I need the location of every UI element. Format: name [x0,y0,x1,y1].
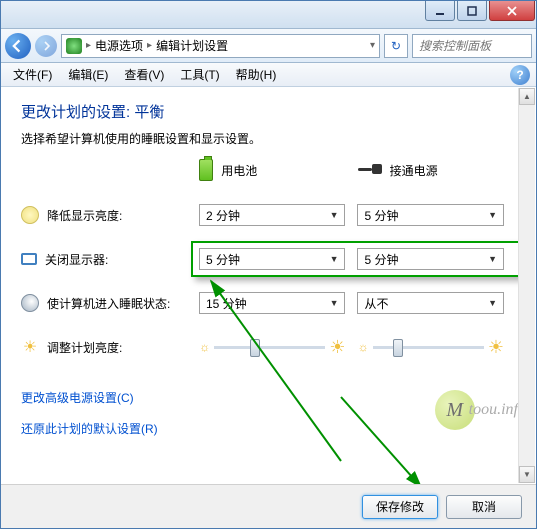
sun-small-icon: ☼ [199,340,210,354]
row-turn-off-display: 关闭显示器: 5 分钟▼ 5 分钟▼ [21,237,516,281]
scroll-down-button[interactable]: ▼ [519,466,535,483]
chevron-right-icon: ▸ [147,40,152,51]
chevron-down-icon: ▼ [330,254,339,264]
maximize-button[interactable] [457,1,487,21]
titlebar [1,1,536,29]
chevron-down-icon[interactable]: ▾ [370,40,375,51]
vertical-scrollbar[interactable]: ▲ ▼ [518,88,535,483]
row-label: 降低显示亮度: [47,207,122,224]
search-input[interactable] [412,34,532,58]
cancel-button[interactable]: 取消 [446,495,522,519]
control-panel-icon [66,38,82,54]
menu-edit[interactable]: 编辑(E) [62,64,114,85]
brightness-ac-slider[interactable] [373,346,484,349]
row-label: 关闭显示器: [45,251,108,268]
chevron-down-icon: ▼ [330,210,339,220]
battery-icon [199,159,213,181]
monitor-icon [21,253,37,265]
forward-button[interactable] [35,35,57,57]
help-icon[interactable]: ? [510,65,530,85]
content-area: 更改计划的设置: 平衡 选择希望计算机使用的睡眠设置和显示设置。 用电池 接通电… [1,87,536,484]
chevron-down-icon: ▼ [330,298,339,308]
footer: 保存修改 取消 [1,484,536,528]
minimize-button[interactable] [425,1,455,21]
column-plugged-label: 接通电源 [390,162,438,179]
off-ac-dropdown[interactable]: 5 分钟▼ [357,248,504,270]
row-brightness: 调整计划亮度: ☼ ☀ ☼ ☀ [21,325,516,369]
dim-battery-dropdown[interactable]: 2 分钟▼ [199,204,346,226]
back-button[interactable] [5,33,31,59]
row-label: 调整计划亮度: [47,339,122,356]
menu-tools[interactable]: 工具(T) [174,64,225,85]
page-subtitle: 选择希望计算机使用的睡眠设置和显示设置。 [21,130,516,147]
sleep-ac-dropdown[interactable]: 从不▼ [357,292,504,314]
menu-file[interactable]: 文件(F) [7,64,58,85]
breadcrumb-item[interactable]: 电源选项 [95,37,143,54]
chevron-down-icon: ▼ [488,298,497,308]
scroll-up-button[interactable]: ▲ [519,88,535,105]
navbar: ▸ 电源选项 ▸ 编辑计划设置 ▾ ↻ [1,29,536,63]
sleep-icon [21,294,39,312]
dim-ac-dropdown[interactable]: 5 分钟▼ [357,204,504,226]
chevron-right-icon: ▸ [86,40,91,51]
menu-view[interactable]: 查看(V) [118,64,170,85]
watermark: M toou.info [435,390,526,430]
dim-icon [21,206,39,224]
close-button[interactable] [489,1,535,21]
sun-small-icon: ☼ [358,340,369,354]
row-dim-display: 降低显示亮度: 2 分钟▼ 5 分钟▼ [21,193,516,237]
chevron-down-icon: ▼ [488,210,497,220]
sun-large-icon: ☀ [488,337,504,358]
menu-help[interactable]: 帮助(H) [230,64,283,85]
row-sleep: 使计算机进入睡眠状态: 15 分钟▼ 从不▼ [21,281,516,325]
refresh-button[interactable]: ↻ [384,34,408,58]
column-battery-label: 用电池 [221,162,257,179]
save-button[interactable]: 保存修改 [362,495,438,519]
row-label: 使计算机进入睡眠状态: [47,295,170,312]
sleep-battery-dropdown[interactable]: 15 分钟▼ [199,292,346,314]
page-title: 更改计划的设置: 平衡 [21,101,516,122]
breadcrumb-item[interactable]: 编辑计划设置 [156,37,228,54]
sun-large-icon: ☀ [329,337,345,358]
menubar: 文件(F) 编辑(E) 查看(V) 工具(T) 帮助(H) ? [1,63,536,87]
brightness-icon [21,338,39,356]
chevron-down-icon: ▼ [488,254,497,264]
plug-icon [358,164,382,176]
off-battery-dropdown[interactable]: 5 分钟▼ [199,248,346,270]
address-bar[interactable]: ▸ 电源选项 ▸ 编辑计划设置 ▾ [61,34,380,58]
brightness-battery-slider[interactable] [214,346,325,349]
